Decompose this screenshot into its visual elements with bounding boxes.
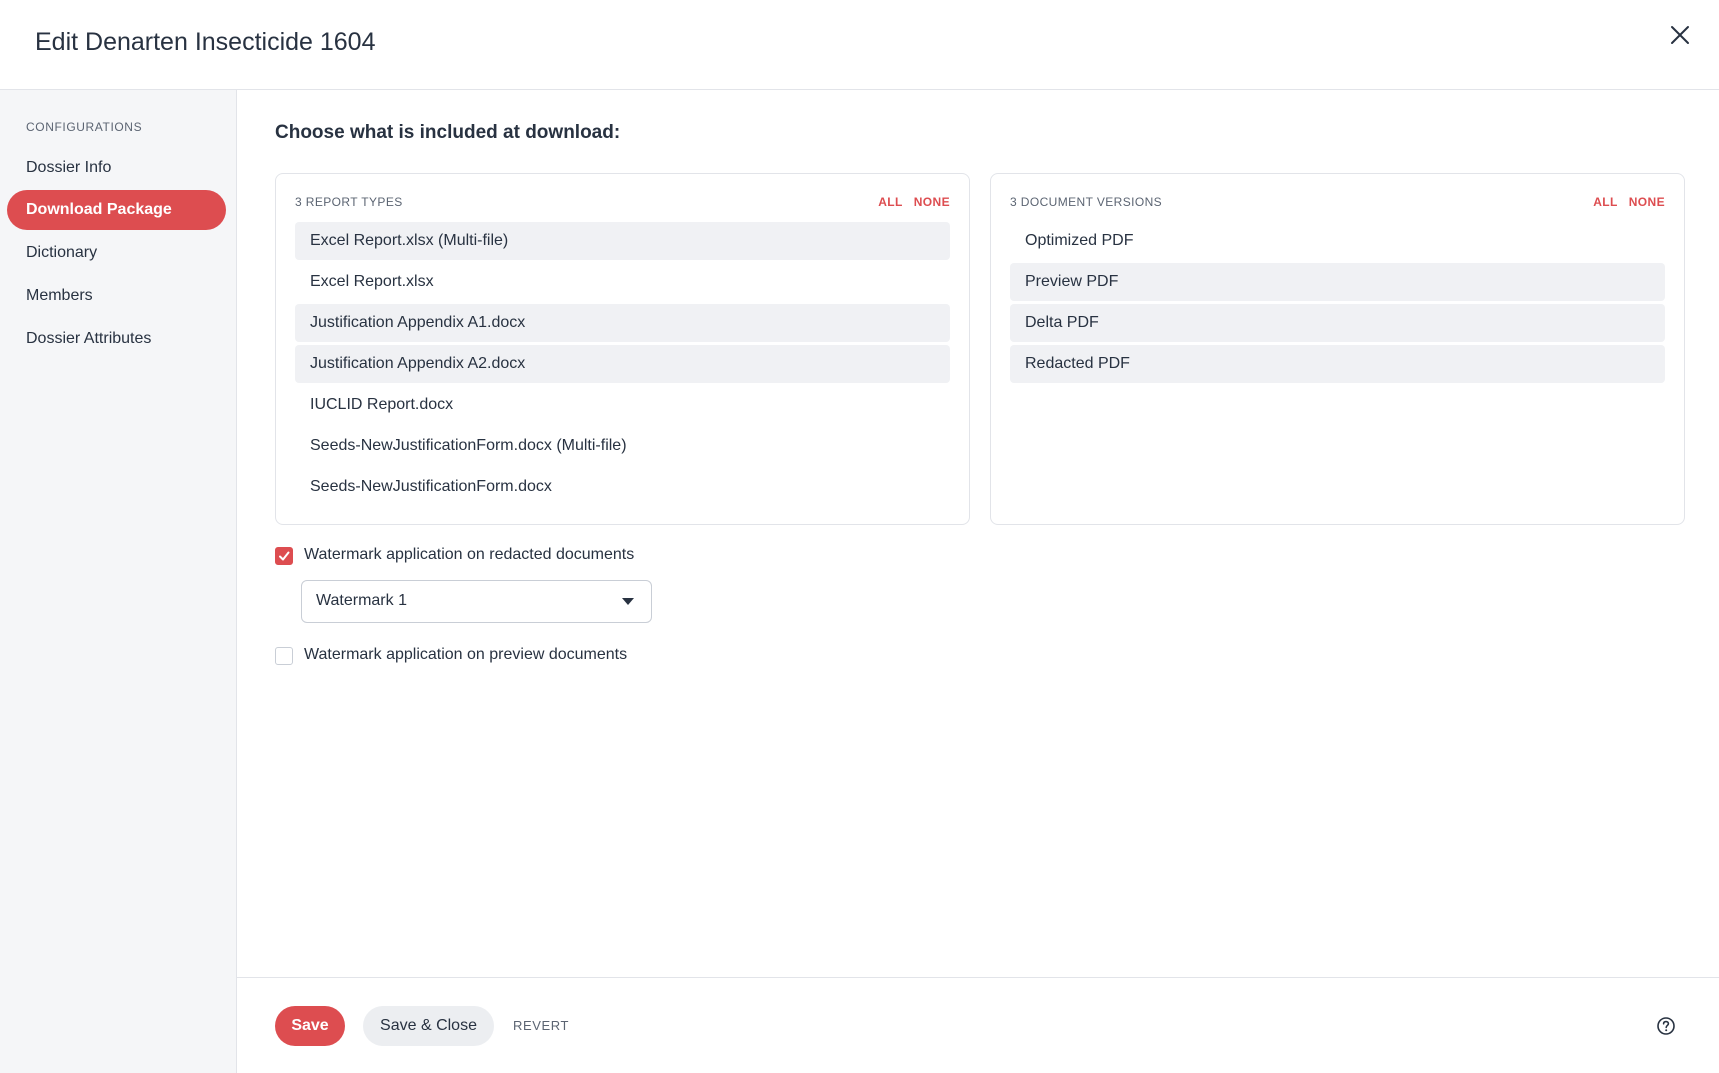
report-types-actions: ALL NONE — [867, 195, 950, 209]
document-versions-all-link[interactable]: ALL — [1593, 195, 1618, 209]
report-type-item[interactable]: Justification Appendix A2.docx — [295, 345, 950, 383]
report-types-none-link[interactable]: NONE — [914, 195, 950, 209]
document-versions-panel: 3 DOCUMENT VERSIONS ALL NONE Optimized PD… — [990, 173, 1685, 525]
report-types-panel: 3 REPORT TYPES ALL NONE Excel Report.xlsx… — [275, 173, 970, 525]
save-close-button[interactable]: Save & Close — [363, 1006, 494, 1046]
report-types-header: 3 REPORT TYPES ALL NONE — [295, 192, 950, 212]
watermark-preview-checkbox[interactable] — [275, 647, 293, 665]
report-type-item[interactable]: Excel Report.xlsx — [295, 263, 950, 301]
sidebar-item-download-package[interactable]: Download Package — [7, 190, 226, 230]
document-versions-list: Optimized PDF Preview PDF Delta PDF Reda… — [1010, 222, 1665, 386]
sidebar-item-dossier-info[interactable]: Dossier Info — [7, 148, 226, 188]
help-button[interactable] — [1656, 1016, 1676, 1036]
dialog-title: Edit Denarten Insecticide 1604 — [35, 28, 376, 56]
dialog-header: Edit Denarten Insecticide 1604 — [0, 0, 1719, 90]
report-types-list: Excel Report.xlsx (Multi-file) Excel Rep… — [295, 222, 950, 509]
report-type-item[interactable]: IUCLID Report.docx — [295, 386, 950, 424]
report-types-count: 3 REPORT TYPES — [295, 195, 403, 209]
chevron-down-icon — [622, 598, 634, 605]
watermark-redacted-label: Watermark application on redacted docume… — [304, 546, 635, 563]
help-icon — [1657, 1017, 1675, 1035]
close-button[interactable] — [1665, 20, 1695, 50]
document-version-item[interactable]: Optimized PDF — [1010, 222, 1665, 260]
report-types-all-link[interactable]: ALL — [878, 195, 903, 209]
watermark-select-value: Watermark 1 — [316, 592, 407, 609]
document-versions-actions: ALL NONE — [1582, 195, 1665, 209]
sidebar-heading: CONFIGURATIONS — [26, 120, 143, 134]
watermark-preview-label: Watermark application on preview documen… — [304, 646, 628, 663]
watermark-select[interactable]: Watermark 1 — [301, 580, 652, 623]
report-type-item[interactable]: Justification Appendix A1.docx — [295, 304, 950, 342]
report-type-item[interactable]: Seeds-NewJustificationForm.docx (Multi-f… — [295, 427, 950, 465]
report-type-item[interactable]: Seeds-NewJustificationForm.docx — [295, 468, 950, 506]
watermark-redacted-checkbox[interactable] — [275, 547, 293, 565]
sidebar-item-members[interactable]: Members — [7, 276, 226, 316]
section-title: Choose what is included at download: — [275, 122, 621, 143]
sidebar-item-dossier-attributes[interactable]: Dossier Attributes — [7, 319, 226, 359]
document-versions-none-link[interactable]: NONE — [1629, 195, 1665, 209]
revert-button[interactable]: REVERT — [513, 1018, 569, 1033]
document-version-item[interactable]: Preview PDF — [1010, 263, 1665, 301]
document-version-item[interactable]: Delta PDF — [1010, 304, 1665, 342]
close-icon — [1671, 26, 1689, 44]
document-version-item[interactable]: Redacted PDF — [1010, 345, 1665, 383]
sidebar-item-dictionary[interactable]: Dictionary — [7, 233, 226, 273]
report-type-item[interactable]: Excel Report.xlsx (Multi-file) — [295, 222, 950, 260]
document-versions-header: 3 DOCUMENT VERSIONS ALL NONE — [1010, 192, 1665, 212]
save-button[interactable]: Save — [275, 1006, 345, 1046]
dialog-footer: Save Save & Close REVERT — [237, 977, 1719, 1073]
main-content: Choose what is included at download: 3 R… — [237, 90, 1719, 977]
checkmark-icon — [279, 551, 290, 561]
document-versions-count: 3 DOCUMENT VERSIONS — [1010, 195, 1163, 209]
sidebar: CONFIGURATIONS Dossier Info Download Pac… — [0, 90, 237, 1073]
